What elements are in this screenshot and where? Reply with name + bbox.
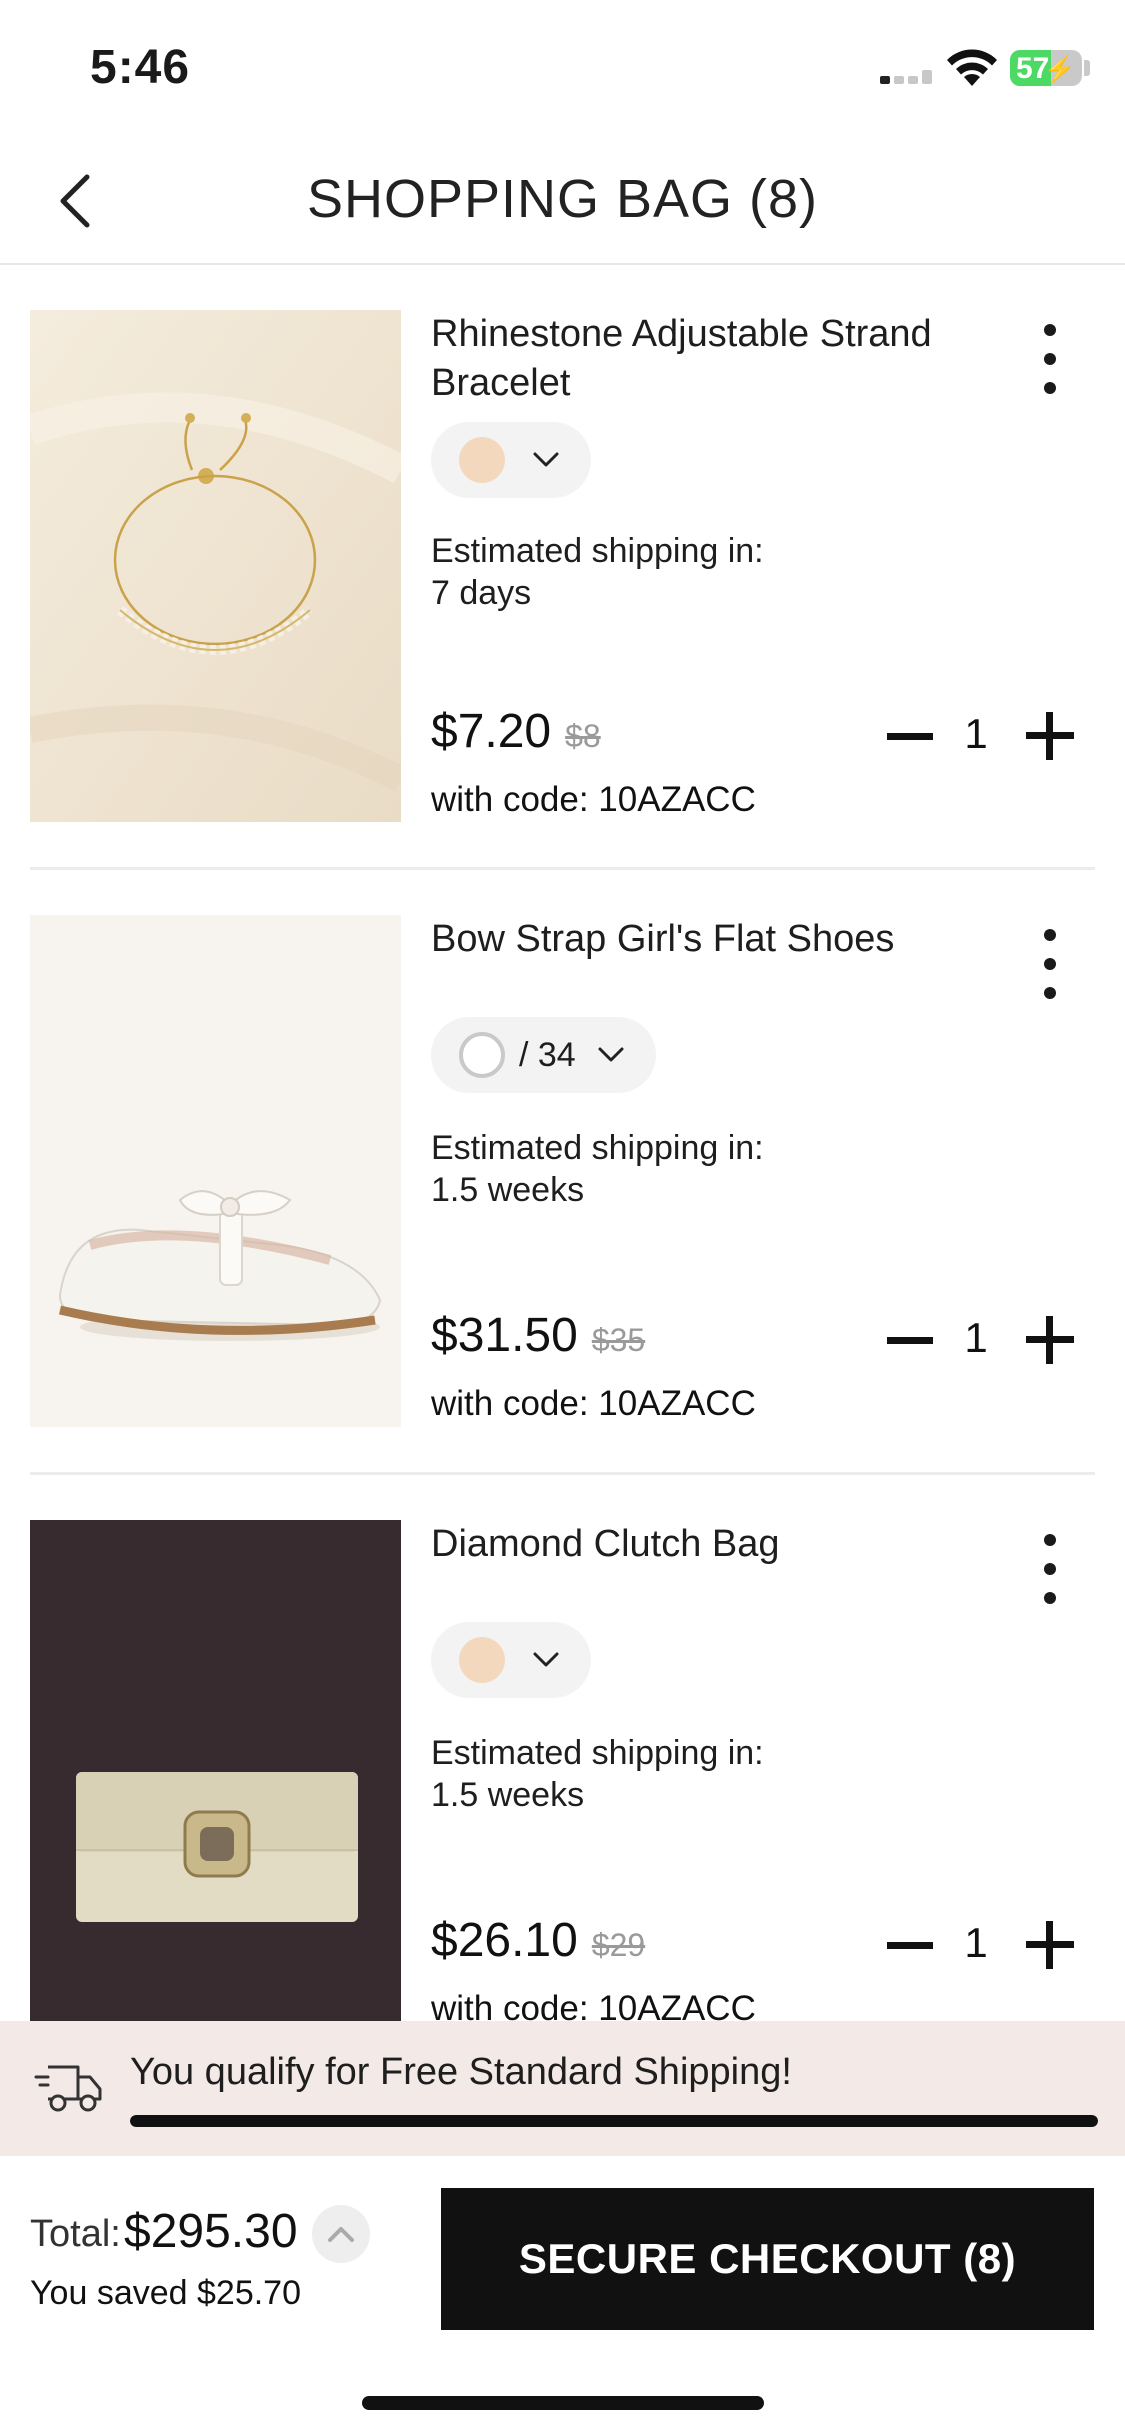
secure-checkout-button[interactable]: SECURE CHECKOUT (8) [441, 2188, 1094, 2330]
increase-quantity-button[interactable] [1020, 1915, 1080, 1975]
quantity-stepper: 1 [880, 1915, 1080, 1975]
variant-selector[interactable] [431, 1622, 591, 1698]
free-shipping-text: You qualify for Free Standard Shipping! [130, 2051, 792, 2093]
cart-item: Diamond Clutch Bag Estimated shipping in… [0, 1476, 1125, 2021]
more-options-icon[interactable] [1030, 324, 1070, 394]
color-swatch [459, 437, 505, 483]
decrease-quantity-button[interactable] [880, 1310, 940, 1370]
signal-bar [880, 76, 890, 84]
shipping-time: 1.5 weeks [431, 1171, 585, 1209]
cart-item-list[interactable]: Rhinestone Adjustable Strand Bracelet Es… [0, 266, 1125, 2021]
shipping-estimate: Estimated shipping in: 1.5 weeks [431, 1732, 931, 1816]
divider [30, 1472, 1095, 1475]
chevron-down-icon [533, 1652, 559, 1667]
shipping-label: Estimated shipping in: [431, 532, 764, 570]
charging-bolt-icon: ⚡ [1043, 54, 1076, 84]
status-bar: 5:46 57 ⚡ [0, 0, 1125, 140]
increase-quantity-button[interactable] [1020, 706, 1080, 766]
promo-code-text: with code: 10AZACC [431, 1384, 756, 1423]
product-name[interactable]: Rhinestone Adjustable Strand Bracelet [431, 310, 991, 408]
signal-bar [908, 76, 918, 84]
quantity-value: 1 [964, 1314, 988, 1361]
battery-icon: 57 ⚡ [1010, 50, 1082, 86]
expand-summary-button[interactable] [312, 2205, 370, 2263]
chevron-down-icon [533, 452, 559, 467]
product-image-clutch[interactable] [30, 1520, 401, 2021]
home-indicator[interactable] [362, 2396, 764, 2410]
price-row: $31.50 $35 [431, 1308, 645, 1363]
original-price: $29 [591, 1927, 646, 1963]
cart-item: Rhinestone Adjustable Strand Bracelet Es… [0, 266, 1125, 871]
status-time: 5:46 [90, 41, 191, 94]
product-name[interactable]: Bow Strap Girl's Flat Shoes [431, 915, 991, 964]
decrease-quantity-button[interactable] [880, 1915, 940, 1975]
size-value: / 34 [519, 1035, 576, 1074]
shipping-label: Estimated shipping in: [431, 1129, 764, 1167]
increase-quantity-button[interactable] [1020, 1310, 1080, 1370]
variant-selector[interactable] [431, 422, 591, 498]
promo-code-text: with code: 10AZACC [431, 1989, 756, 2021]
top-nav-bar: SHOPPING BAG (8) [0, 140, 1125, 265]
free-shipping-banner: You qualify for Free Standard Shipping! [0, 2021, 1125, 2156]
color-swatch [459, 1637, 505, 1683]
product-image-shoe[interactable] [30, 915, 401, 1427]
product-image-bracelet[interactable] [30, 310, 401, 822]
checkout-footer: Total: $295.30 You saved $25.70 SECURE C… [0, 2156, 1125, 2436]
shipping-estimate: Estimated shipping in: 7 days [431, 530, 931, 614]
original-price: $8 [565, 718, 601, 754]
shipping-label: Estimated shipping in: [431, 1734, 764, 1772]
quantity-value: 1 [964, 710, 988, 757]
original-price: $35 [591, 1322, 646, 1358]
page-title: SHOPPING BAG (8) [306, 169, 819, 229]
sale-price: $31.50 [431, 1309, 578, 1362]
shipping-progress-bar [130, 2115, 1098, 2127]
quantity-value: 1 [964, 1919, 988, 1966]
shipping-time: 7 days [431, 574, 532, 612]
sale-price: $7.20 [431, 705, 552, 758]
variant-selector[interactable]: / 34 [431, 1017, 656, 1093]
price-row: $7.20 $8 [431, 704, 601, 759]
shipping-estimate: Estimated shipping in: 1.5 weeks [431, 1127, 931, 1211]
signal-bar [922, 70, 932, 84]
wifi-icon [947, 49, 997, 86]
chevron-down-icon [598, 1047, 624, 1062]
total-value: $295.30 [124, 2205, 298, 2258]
sale-price: $26.10 [431, 1914, 578, 1967]
shipping-progress-fill [130, 2115, 1098, 2127]
color-swatch [459, 1032, 505, 1078]
quantity-stepper: 1 [880, 706, 1080, 766]
battery-tip [1084, 60, 1090, 76]
product-name[interactable]: Diamond Clutch Bag [431, 1520, 991, 1569]
promo-code-text: with code: 10AZACC [431, 780, 756, 819]
total-label: Total: [30, 2213, 121, 2255]
more-options-icon[interactable] [1030, 929, 1070, 999]
cart-item: Bow Strap Girl's Flat Shoes / 34 Estimat… [0, 871, 1125, 1476]
more-options-icon[interactable] [1030, 1534, 1070, 1604]
decrease-quantity-button[interactable] [880, 706, 940, 766]
price-row: $26.10 $29 [431, 1913, 645, 1968]
savings-text: You saved $25.70 [30, 2274, 301, 2312]
chevron-up-icon [328, 2227, 354, 2242]
delivery-truck-icon [34, 2065, 102, 2112]
shipping-time: 1.5 weeks [431, 1776, 585, 1814]
quantity-stepper: 1 [880, 1310, 1080, 1370]
divider [30, 867, 1095, 870]
signal-bar [894, 76, 904, 84]
cellular-signal-icon [880, 64, 934, 84]
